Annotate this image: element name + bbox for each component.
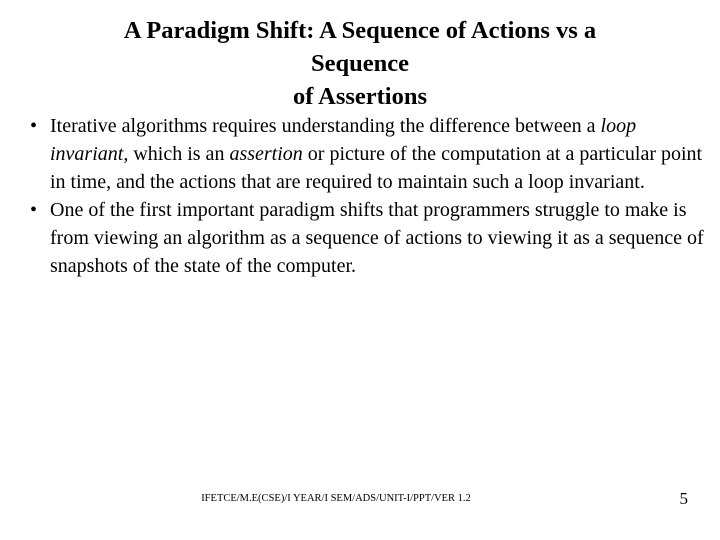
footer-note: IFETCE/M.E(CSE)/I YEAR/I SEM/ADS/UNIT-I/… (201, 493, 471, 504)
slide-title-line-3: of Assertions (292, 83, 428, 110)
slide-title-line-1: A Paradigm Shift: A Sequence of Actions … (123, 17, 597, 44)
bullet-text: One of the first important paradigm shif… (50, 199, 704, 277)
body-text: One of the first important paradigm shif… (50, 199, 704, 277)
body-text: Iterative algorithms requires understand… (50, 115, 601, 137)
body-text: which is an (128, 143, 230, 165)
bullet-marker-icon: • (30, 199, 38, 221)
page-number: 5 (679, 489, 689, 508)
emphasis-text: assertion (229, 143, 303, 165)
bullet-item: • One of the first important paradigm sh… (14, 196, 706, 280)
slide-title: A Paradigm Shift: A Sequence of Actions … (36, 14, 684, 113)
slide-body: • Iterative algorithms requires understa… (14, 112, 706, 280)
bullet-item: • Iterative algorithms requires understa… (14, 112, 706, 196)
bullet-text: Iterative algorithms requires understand… (50, 115, 702, 193)
slide-canvas: A Paradigm Shift: A Sequence of Actions … (0, 0, 720, 540)
slide-title-line-2: Sequence (311, 50, 409, 77)
bullet-marker-icon: • (30, 115, 38, 137)
